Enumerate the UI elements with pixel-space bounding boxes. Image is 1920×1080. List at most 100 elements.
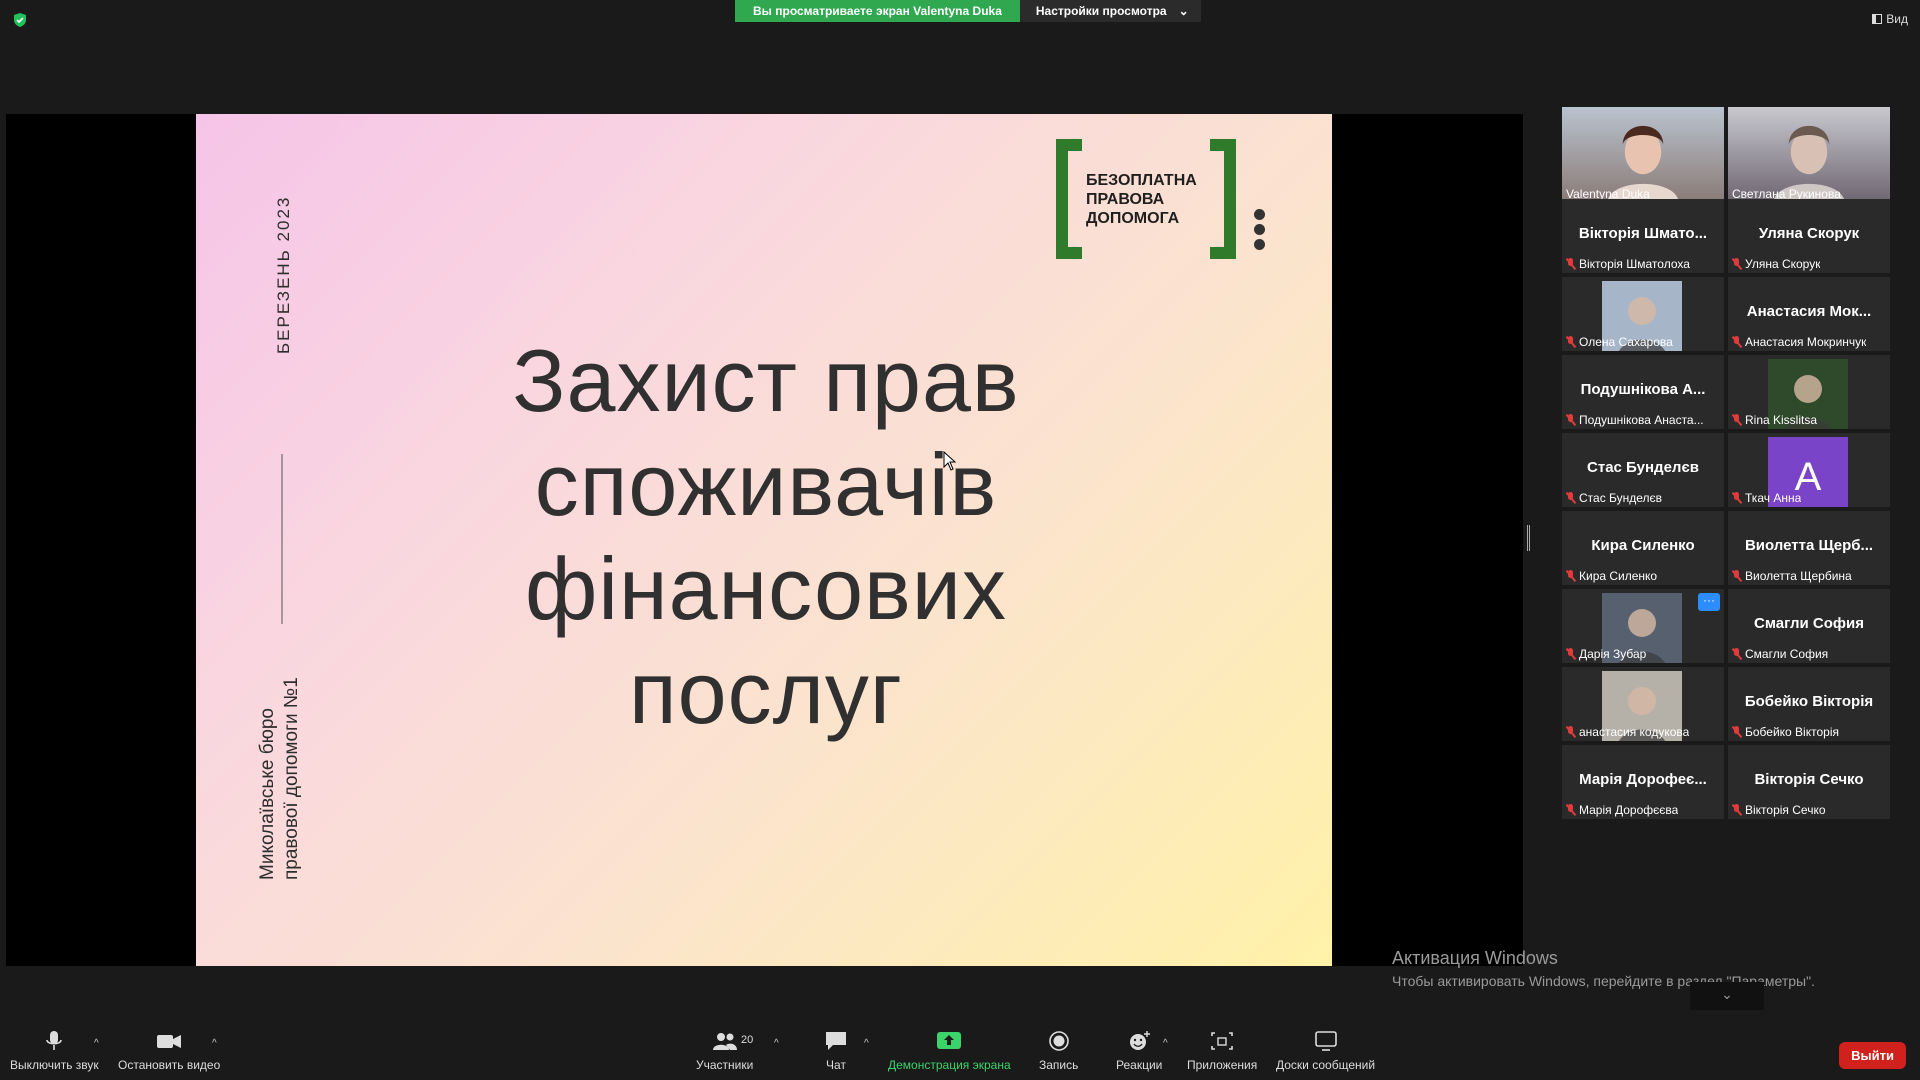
participant-name: Кира Силенко	[1579, 569, 1658, 583]
muted-mic-icon	[1732, 570, 1741, 582]
security-shield-icon[interactable]	[12, 12, 28, 28]
participant-display-name: Уляна Скорук	[1758, 225, 1860, 242]
smiley-plus-icon	[1130, 1031, 1151, 1050]
legal-aid-logo: БЕЗОПЛАТНА ПРАВОВА ДОПОМОГА	[1056, 139, 1236, 259]
participant-display-name: Кира Силенко	[1591, 537, 1695, 554]
participant-tile[interactable]: Вікторія Сечко Вікторія Сечко	[1728, 745, 1890, 819]
slide-bureau-name: Миколаївське бюро правової допомоги №1	[257, 677, 302, 880]
participant-tile[interactable]: Уляна Скорук Уляна Скорук	[1728, 199, 1890, 273]
participant-name-label: Виолетта Щербина	[1732, 569, 1852, 583]
view-button[interactable]: Вид	[1872, 12, 1908, 26]
participant-tile[interactable]: Кира Силенко Кира Силенко	[1562, 511, 1724, 585]
gallery-scroll-down-button[interactable]: ⌄	[1690, 982, 1764, 1010]
chevron-down-icon: ⌄	[1178, 4, 1189, 18]
reactions-options-caret-icon[interactable]: ^	[1163, 1038, 1168, 1049]
participant-tile[interactable]: Светлана Рукинова	[1728, 107, 1890, 203]
participant-tile[interactable]: Стас Бунделєв Стас Бунделєв	[1562, 433, 1724, 507]
mute-button[interactable]: Выключить звук	[10, 1030, 99, 1072]
stop-video-label: Остановить видео	[118, 1058, 221, 1072]
participant-name-label: Марія Дорофєєва	[1566, 803, 1678, 817]
stop-video-button[interactable]: Остановить видео	[118, 1030, 220, 1072]
apps-label: Приложения	[1187, 1058, 1258, 1072]
leave-meeting-button[interactable]: Выйти	[1839, 1042, 1906, 1069]
windows-activation-title: Активация Windows	[1392, 948, 1558, 968]
participant-tile[interactable]: Rina Kisslitsa	[1728, 355, 1890, 429]
participant-display-name: Стас Бунделєв	[1587, 459, 1699, 476]
muted-mic-icon	[1566, 336, 1575, 348]
muted-mic-icon	[1566, 804, 1575, 816]
participant-name: Уляна Скорук	[1745, 257, 1821, 271]
participant-name-label: Бобейко Вікторія	[1732, 725, 1839, 739]
participant-name: Виолетта Щербина	[1745, 569, 1852, 583]
participant-display-name: Вікторія Сечко	[1754, 771, 1864, 788]
slide-title: Захист прав споживачів фінансових послуг	[512, 331, 1020, 742]
participant-name: Стас Бунделєв	[1579, 491, 1663, 505]
record-label: Запись	[1039, 1058, 1079, 1072]
viewing-screen-label: Вы просматриваете экран Valentyna Duka	[735, 0, 1020, 22]
meeting-toolbar: Выключить звук ^ Остановить видео ^ Учас…	[0, 1020, 1920, 1080]
participant-tile[interactable]: Олена Сахарова	[1562, 277, 1724, 351]
participant-tile[interactable]: Вікторія Шмато... Вікторія Шматолоха	[1562, 199, 1724, 273]
apps-button[interactable]: Приложения	[1187, 1030, 1257, 1072]
record-button[interactable]: Запись	[1039, 1030, 1078, 1072]
shared-screen-area: БЕРЕЗЕНЬ 2023 Миколаївське бюро правової…	[6, 114, 1523, 966]
apps-icon	[1211, 1032, 1233, 1050]
participant-display-name: Виолетта Щерб...	[1744, 537, 1874, 554]
participant-tile[interactable]: Смагли София Смагли София	[1728, 589, 1890, 663]
layout-icon	[1872, 14, 1883, 24]
reactions-label: Реакции	[1116, 1058, 1163, 1072]
mute-label: Выключить звук	[10, 1058, 99, 1072]
participant-name-label: Анастасия Мокринчук	[1732, 335, 1866, 349]
participant-name: Ткач Анна	[1745, 491, 1802, 505]
mouse-cursor-icon	[943, 451, 957, 471]
more-options-button[interactable]: ···	[1698, 593, 1720, 611]
view-options-dropdown[interactable]: Настройки просмотра ⌄	[1019, 0, 1201, 22]
video-camera-icon	[157, 1035, 182, 1048]
participants-count: 20	[741, 1034, 754, 1046]
slide-divider	[281, 454, 283, 624]
participant-tile[interactable]: Марія Дорофеє... Марія Дорофєєва	[1562, 745, 1724, 819]
muted-mic-icon	[1732, 726, 1741, 738]
whiteboard-icon	[1314, 1031, 1337, 1051]
participant-name: Rina Kisslitsa	[1745, 413, 1818, 427]
participant-tile[interactable]: A Ткач Анна	[1728, 433, 1890, 507]
participants-options-caret-icon[interactable]: ^	[774, 1038, 779, 1049]
reactions-button[interactable]: Реакции	[1116, 1030, 1162, 1072]
participant-name-label: Подушнікова Анаста...	[1566, 413, 1704, 427]
share-screen-icon	[937, 1032, 962, 1049]
presentation-slide: БЕРЕЗЕНЬ 2023 Миколаївське бюро правової…	[196, 114, 1332, 966]
logo-text: БЕЗОПЛАТНА ПРАВОВА ДОПОМОГА	[1086, 172, 1197, 227]
participant-display-name: Смагли София	[1754, 615, 1864, 632]
participant-tile[interactable]: Подушнікова А... Подушнікова Анаста...	[1562, 355, 1724, 429]
participant-tile[interactable]: ··· Дарія Зубар	[1562, 589, 1724, 663]
participant-name-label: Уляна Скорук	[1732, 257, 1820, 271]
chat-button[interactable]: Чат	[823, 1030, 849, 1072]
muted-mic-icon	[1732, 804, 1741, 816]
chat-options-caret-icon[interactable]: ^	[864, 1038, 869, 1049]
participant-display-name: Подушнікова А...	[1580, 381, 1706, 398]
audio-options-caret-icon[interactable]: ^	[94, 1038, 99, 1049]
participant-name: Дарія Зубар	[1579, 647, 1647, 661]
participant-name: Марія Дорофєєва	[1579, 803, 1679, 817]
participant-tile[interactable]: Анастасия Мок... Анастасия Мокринчук	[1728, 277, 1890, 351]
participant-name-label: Rina Kisslitsa	[1732, 413, 1817, 427]
participant-name: Вікторія Шматолоха	[1579, 257, 1690, 271]
video-options-caret-icon[interactable]: ^	[212, 1038, 217, 1049]
panel-resize-handle[interactable]	[1527, 525, 1530, 551]
muted-mic-icon	[1566, 570, 1575, 582]
screen-share-banner: Вы просматриваете экран Valentyna Duka Н…	[735, 0, 1201, 22]
participant-name-label: Кира Силенко	[1566, 569, 1657, 583]
participant-name: Смагли София	[1745, 647, 1829, 661]
share-screen-button[interactable]: Демонстрация экрана	[888, 1030, 1011, 1072]
participant-tile[interactable]: Виолетта Щерб... Виолетта Щербина	[1728, 511, 1890, 585]
muted-mic-icon	[1566, 414, 1575, 426]
participant-tile[interactable]: анастасия кодукова	[1562, 667, 1724, 741]
whiteboards-button[interactable]: Доски сообщений	[1276, 1030, 1375, 1072]
dots-decoration	[1254, 209, 1266, 254]
participant-tile[interactable]: Valentyna Duka	[1562, 107, 1724, 203]
muted-mic-icon	[1732, 336, 1741, 348]
participant-name: Подушнікова Анаста...	[1579, 413, 1704, 427]
participant-tile[interactable]: Бобейко Вікторія Бобейко Вікторія	[1728, 667, 1890, 741]
participant-display-name: Анастасия Мок...	[1746, 303, 1872, 320]
chat-icon	[826, 1032, 846, 1050]
